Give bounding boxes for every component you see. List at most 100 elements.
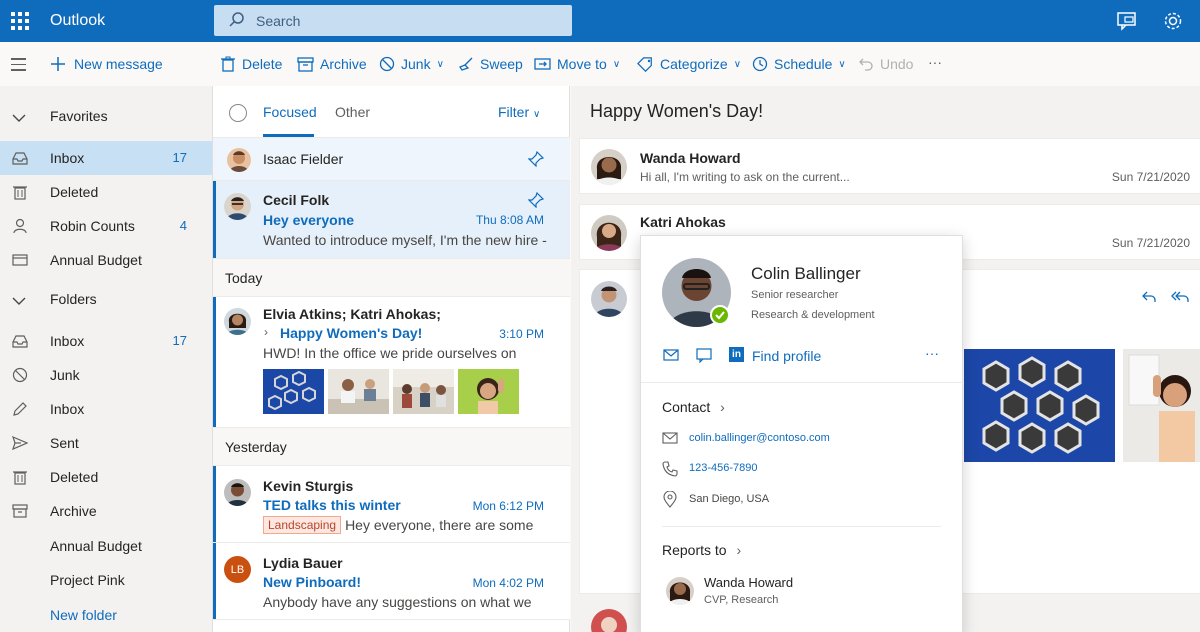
message-preview-row: Landscaping Hey everyone, there are some bbox=[263, 516, 553, 534]
unread-indicator bbox=[213, 543, 216, 619]
avatar bbox=[591, 149, 627, 185]
message-item[interactable]: Isaac Fielder bbox=[213, 138, 570, 181]
unread-indicator bbox=[213, 466, 216, 542]
folder-item-inbox[interactable]: Inbox 17 bbox=[0, 324, 212, 358]
attachment-thumbnail[interactable] bbox=[263, 369, 324, 414]
more-actions-button[interactable]: ··· bbox=[928, 54, 942, 70]
schedule-button[interactable]: Schedule ∨ bbox=[752, 56, 846, 72]
folder-item-deleted[interactable]: Deleted bbox=[0, 460, 212, 494]
avatar bbox=[227, 148, 251, 172]
tab-other[interactable]: Other bbox=[335, 104, 370, 120]
message-sender: Lydia Bauer bbox=[263, 555, 343, 571]
plus-icon bbox=[51, 57, 65, 71]
undo-label: Undo bbox=[880, 56, 914, 72]
categorize-label: Categorize bbox=[660, 56, 728, 72]
search-box[interactable]: Search bbox=[214, 5, 572, 36]
menu-icon[interactable] bbox=[11, 58, 26, 75]
conversation-title: Happy Women's Day! bbox=[590, 101, 764, 121]
attachment-image[interactable] bbox=[964, 349, 1115, 462]
reply-icon[interactable] bbox=[1141, 289, 1157, 305]
sidebar-item-annual-budget[interactable]: Annual Budget bbox=[0, 243, 212, 277]
favorites-header[interactable]: Favorites bbox=[0, 99, 212, 133]
contact-section-header[interactable]: Contact › bbox=[662, 399, 725, 415]
unread-count: 17 bbox=[172, 150, 187, 165]
sidebar-item-inbox[interactable]: Inbox 17 bbox=[0, 141, 212, 175]
message-item[interactable]: Elvia Atkins; Katri Ahokas; › Happy Wome… bbox=[213, 297, 570, 428]
folder-item-sent[interactable]: Sent bbox=[0, 426, 212, 460]
folder-item-archive[interactable]: Archive bbox=[0, 494, 212, 528]
new-message-button[interactable]: New message bbox=[50, 56, 163, 72]
find-profile-link[interactable]: Find profile bbox=[752, 348, 821, 364]
attachment-thumbnail[interactable] bbox=[393, 369, 454, 414]
contact-phone[interactable]: 123-456-7890 bbox=[689, 462, 758, 474]
message-sender: Wanda Howard bbox=[640, 150, 741, 166]
new-folder-label: New folder bbox=[50, 607, 117, 623]
attachment-image[interactable] bbox=[1123, 349, 1200, 462]
new-folder-link[interactable]: New folder bbox=[0, 598, 212, 632]
search-input[interactable]: Search bbox=[256, 13, 300, 29]
group-label: Yesterday bbox=[225, 439, 287, 455]
select-all-checkbox[interactable] bbox=[229, 104, 247, 122]
delete-button[interactable]: Delete bbox=[220, 56, 282, 72]
message-list: Focused Other Filter ∨ Isaac Fielder Cec… bbox=[213, 86, 570, 632]
chevron-right-icon[interactable]: › bbox=[264, 325, 268, 339]
attachment-thumbnail[interactable] bbox=[328, 369, 389, 414]
pin-icon[interactable] bbox=[528, 192, 544, 208]
categorize-button[interactable]: Categorize ∨ bbox=[637, 56, 741, 72]
attachment-thumbnail[interactable] bbox=[458, 369, 519, 414]
chat-icon[interactable] bbox=[696, 347, 712, 363]
trash-icon bbox=[12, 469, 28, 488]
message-item[interactable]: Kevin Sturgis TED talks this winter Mon … bbox=[213, 466, 570, 543]
folder-item-drafts[interactable]: Inbox bbox=[0, 392, 212, 426]
sidebar-item-deleted[interactable]: Deleted bbox=[0, 175, 212, 209]
folders-header[interactable]: Folders bbox=[0, 282, 212, 316]
message-time: Mon 6:12 PM bbox=[472, 499, 544, 513]
app-title[interactable]: Outlook bbox=[50, 12, 105, 30]
message-preview: Anybody have any suggestions on what we bbox=[263, 594, 532, 610]
avatar bbox=[591, 215, 627, 251]
mail-icon[interactable] bbox=[663, 348, 679, 362]
folder-item-annual-budget[interactable]: Annual Budget bbox=[0, 529, 212, 563]
gear-icon[interactable] bbox=[1162, 10, 1184, 32]
contact-section-label: Contact bbox=[662, 399, 711, 415]
undo-icon bbox=[859, 58, 873, 71]
message-subject: Hey everyone bbox=[263, 212, 355, 228]
unread-indicator bbox=[213, 297, 216, 427]
folder-item-project-pink[interactable]: Project Pink bbox=[0, 563, 212, 597]
divider bbox=[662, 526, 941, 527]
feedback-icon[interactable] bbox=[1116, 10, 1138, 32]
message-time: 3:10 PM bbox=[499, 327, 544, 341]
sidebar-item-robin-counts[interactable]: Robin Counts 4 bbox=[0, 209, 212, 243]
folder-item-junk[interactable]: Junk bbox=[0, 358, 212, 392]
undo-button[interactable]: Undo bbox=[858, 56, 913, 72]
pencil-icon bbox=[12, 401, 28, 420]
linkedin-icon[interactable]: in bbox=[729, 347, 744, 362]
app-launcher-icon[interactable] bbox=[11, 12, 29, 30]
move-to-button[interactable]: Move to ∨ bbox=[534, 56, 620, 72]
conversation-message[interactable]: Wanda Howard Hi all, I'm writing to ask … bbox=[579, 138, 1200, 194]
filter-label: Filter bbox=[498, 104, 530, 120]
message-item[interactable]: LB Lydia Bauer New Pinboard! Mon 4:02 PM… bbox=[213, 543, 570, 620]
reply-all-icon[interactable] bbox=[1170, 289, 1190, 305]
filter-button[interactable]: Filter ∨ bbox=[498, 104, 540, 120]
avatar bbox=[591, 281, 627, 317]
contact-email[interactable]: colin.ballinger@contoso.com bbox=[689, 432, 830, 444]
pin-icon[interactable] bbox=[528, 151, 544, 167]
message-date: Sun 7/21/2020 bbox=[1111, 170, 1190, 184]
more-options-button[interactable]: ··· bbox=[925, 345, 939, 361]
archive-button[interactable]: Archive bbox=[297, 56, 367, 72]
message-snippet: Hi all, I'm writing to ask on the curren… bbox=[640, 170, 850, 184]
search-icon bbox=[229, 12, 244, 27]
category-tag[interactable]: Landscaping bbox=[263, 516, 342, 534]
sweep-button[interactable]: Sweep bbox=[458, 56, 523, 72]
message-item[interactable]: Cecil Folk Hey everyone Thu 8:08 AM Want… bbox=[213, 181, 570, 259]
junk-button[interactable]: Junk ∨ bbox=[379, 56, 444, 72]
manager-name[interactable]: Wanda Howard bbox=[704, 575, 793, 590]
junk-icon bbox=[12, 367, 28, 386]
reports-to-header[interactable]: Reports to › bbox=[662, 542, 741, 558]
command-bar: New message Delete Archive Junk ∨ Sweep … bbox=[0, 42, 1200, 86]
attachment-thumbnails bbox=[263, 369, 553, 414]
unread-count: 17 bbox=[172, 333, 187, 348]
tab-focused[interactable]: Focused bbox=[263, 104, 317, 120]
message-time: Mon 4:02 PM bbox=[472, 576, 544, 590]
